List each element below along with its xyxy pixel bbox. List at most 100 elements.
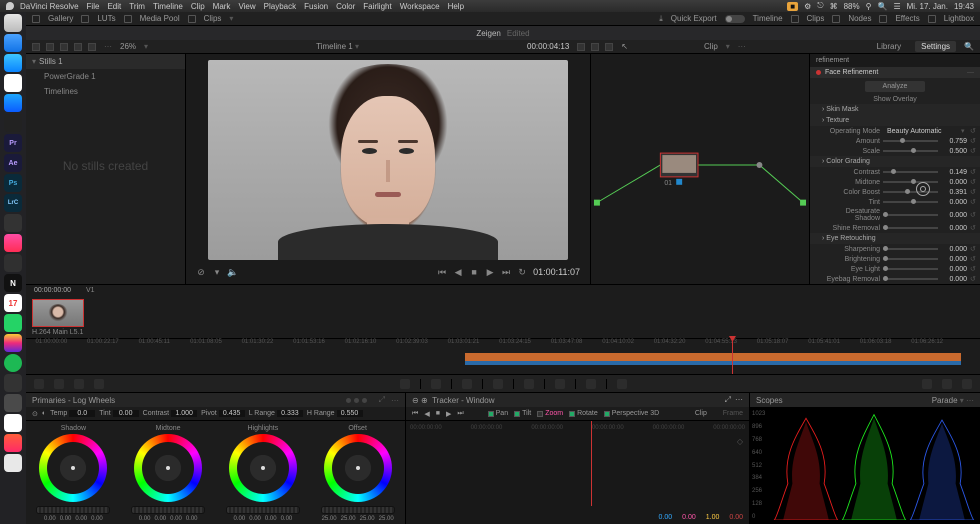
menu-edit[interactable]: Edit xyxy=(107,2,121,11)
clips-icon[interactable] xyxy=(188,15,196,23)
window-icon[interactable] xyxy=(431,379,441,389)
expand-icon[interactable]: ⤢ xyxy=(379,395,385,405)
dock-app[interactable] xyxy=(4,254,22,272)
global-contrast[interactable]: Contrast xyxy=(143,410,197,417)
dock-notion[interactable]: N xyxy=(4,274,22,292)
mediapool-icon[interactable] xyxy=(124,15,132,23)
luts-button[interactable]: LUTs xyxy=(97,14,115,23)
tool-icon[interactable] xyxy=(577,43,585,51)
dock-aftereffects[interactable]: Ae xyxy=(4,154,22,172)
wheel-highlights[interactable]: Highlights0.000.000.000.00 xyxy=(216,421,311,524)
menu-icon[interactable]: ⋯ xyxy=(391,396,399,405)
curves-icon[interactable] xyxy=(34,379,44,389)
lightbox-button[interactable]: Lightbox xyxy=(944,14,974,23)
menu-file[interactable]: File xyxy=(87,2,100,11)
tool-icon[interactable] xyxy=(88,43,96,51)
scope-mode[interactable]: Parade xyxy=(932,396,958,405)
tool-icon[interactable] xyxy=(46,43,54,51)
mode-dot[interactable] xyxy=(362,398,367,403)
tool-icon[interactable] xyxy=(74,379,84,389)
search-icon[interactable]: 🔍 xyxy=(964,42,974,51)
wheel-midtone[interactable]: Midtone0.000.000.000.00 xyxy=(121,421,216,524)
sys-icon[interactable]: ⎋ xyxy=(817,1,823,11)
tracker-playhead[interactable] xyxy=(591,421,592,506)
wheel-offset[interactable]: Offset25.0025.0025.0025.00 xyxy=(310,421,405,524)
magic-mask-icon[interactable] xyxy=(493,379,503,389)
pointer-icon[interactable]: ↖ xyxy=(621,42,628,51)
effects-icon[interactable] xyxy=(879,15,887,23)
param-desaturate-shadow[interactable]: Desaturate Shadow0.000↺ xyxy=(810,207,980,223)
param-scale[interactable]: Scale0.500↺ xyxy=(810,146,980,156)
playhead[interactable] xyxy=(732,339,733,374)
node-graph[interactable]: 01 xyxy=(590,54,810,284)
param-contrast[interactable]: Contrast0.149↺ xyxy=(810,167,980,177)
menu-fairlight[interactable]: Fairlight xyxy=(363,2,391,11)
volume-icon[interactable]: 🔈 xyxy=(228,267,238,277)
add-point-icon[interactable]: ◇ xyxy=(737,437,743,446)
global-h range[interactable]: H Range xyxy=(307,410,363,417)
auto-icon[interactable]: ◐ xyxy=(42,410,46,417)
dock-app[interactable] xyxy=(4,454,22,472)
viewer-timecode[interactable]: 01:00:11:07 xyxy=(533,267,580,277)
clip-mode[interactable]: Clip xyxy=(695,410,707,417)
param-operating-mode[interactable]: Operating ModeBeauty Automatic▾↺ xyxy=(810,126,980,136)
quickexport-button[interactable]: Quick Export xyxy=(671,14,717,23)
step-back-icon[interactable]: ◀ xyxy=(453,267,463,277)
time[interactable]: 19:43 xyxy=(954,2,974,11)
menu-view[interactable]: View xyxy=(238,2,255,11)
dock-spotify[interactable] xyxy=(4,354,22,372)
toggle[interactable] xyxy=(725,15,745,23)
chk-zoom[interactable]: Zoom xyxy=(537,410,563,417)
play-icon[interactable]: ▶ xyxy=(485,267,495,277)
luts-icon[interactable] xyxy=(81,15,89,23)
loop-icon[interactable]: ↻ xyxy=(517,267,527,277)
dock-app[interactable] xyxy=(4,374,22,392)
scopes-icon[interactable] xyxy=(942,379,952,389)
gallery-icon[interactable] xyxy=(32,15,40,23)
clip-dropdown[interactable]: Clip xyxy=(704,42,718,51)
sys-icon[interactable]: ⌘ xyxy=(830,2,838,11)
menu-clip[interactable]: Clip xyxy=(191,2,205,11)
mode-dot[interactable] xyxy=(346,398,351,403)
expand-icon[interactable]: ⤢ xyxy=(725,395,731,405)
sizing-icon[interactable] xyxy=(586,379,596,389)
timeline-button[interactable]: Timeline xyxy=(753,14,783,23)
global-pivot[interactable]: Pivot xyxy=(201,410,245,417)
dock-app[interactable] xyxy=(4,394,22,412)
menu-color[interactable]: Color xyxy=(336,2,355,11)
param-color-boost[interactable]: Color Boost0.391↺ xyxy=(810,187,980,197)
stop-icon[interactable]: ■ xyxy=(469,267,479,277)
menu-timeline[interactable]: Timeline xyxy=(153,2,183,11)
mini-timeline[interactable]: 01:00:00:0001:00:22:1701:00:45:1101:01:0… xyxy=(26,338,980,374)
clips-button[interactable]: Clips xyxy=(807,14,825,23)
tracker-icon[interactable] xyxy=(462,379,472,389)
menu-help[interactable]: Help xyxy=(448,2,464,11)
audio-clip-bar[interactable] xyxy=(465,361,961,365)
tab-settings[interactable]: Settings xyxy=(915,41,956,52)
menu-workspace[interactable]: Workspace xyxy=(400,2,440,11)
dock-mail[interactable] xyxy=(4,54,22,72)
global-l range[interactable]: L Range xyxy=(249,410,303,417)
track-stop-icon[interactable]: ■ xyxy=(436,410,440,417)
param-eyebag-removal[interactable]: Eyebag Removal0.000↺ xyxy=(810,274,980,284)
tool-icon[interactable] xyxy=(54,379,64,389)
quickexport-icon[interactable]: ⤓ xyxy=(659,14,663,24)
video-clip-bar[interactable] xyxy=(465,353,961,361)
mode-dot[interactable] xyxy=(354,398,359,403)
track-fwd-icon[interactable]: ▶ xyxy=(446,410,451,418)
menu-trim[interactable]: Trim xyxy=(129,2,145,11)
qualifier-icon[interactable] xyxy=(400,379,410,389)
menu-icon[interactable]: ⋯ xyxy=(735,395,743,405)
keyframe-icon[interactable] xyxy=(922,379,932,389)
tool-icon[interactable] xyxy=(74,43,82,51)
tracker-graph[interactable]: 00:00:00:0000:00:00:0000:00:00:0000:00:0… xyxy=(406,421,749,524)
group-skin-mask[interactable]: › Skin Mask xyxy=(810,104,980,115)
param-midtone[interactable]: Midtone0.000↺ xyxy=(810,177,980,187)
dock-safari[interactable] xyxy=(4,34,22,52)
stills-header[interactable]: Stills 1 xyxy=(26,54,185,69)
battery-icon[interactable]: 88% xyxy=(844,2,860,11)
nodes-icon[interactable] xyxy=(832,15,840,23)
menu-mark[interactable]: Mark xyxy=(213,2,231,11)
dock-app[interactable] xyxy=(4,114,22,132)
enabled-dot-icon[interactable] xyxy=(816,70,821,75)
